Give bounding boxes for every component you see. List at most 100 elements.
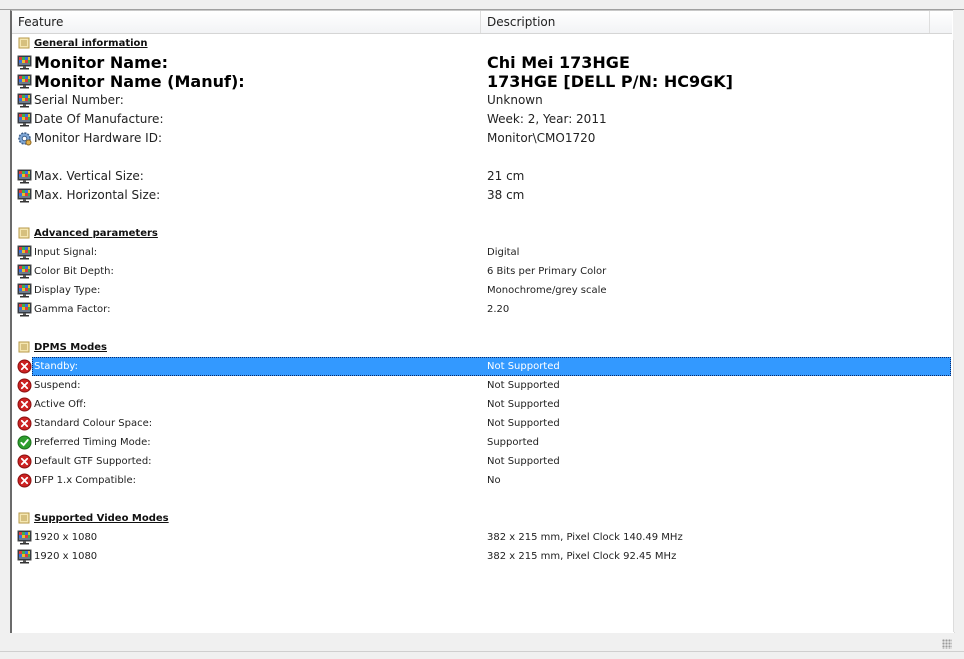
feature-label: Date Of Manufacture: [34, 112, 164, 126]
description-value: Digital [487, 247, 520, 258]
blank-row [12, 205, 952, 224]
section-header-row[interactable]: Supported Video Modes [12, 509, 952, 528]
feature-label: Standard Colour Space: [34, 418, 153, 429]
column-description-header[interactable]: Description [487, 11, 555, 33]
description-value: 382 x 215 mm, Pixel Clock 140.49 MHz [487, 532, 683, 543]
list-item[interactable]: Preferred Timing Mode: Supported [12, 433, 952, 452]
description-value: Chi Mei 173HGE [487, 53, 630, 72]
error-icon [17, 397, 32, 412]
feature-label: General information [34, 38, 148, 49]
list-item[interactable]: Suspend: Not Supported [12, 376, 952, 395]
feature-label: Standby: [34, 361, 78, 372]
resize-grip[interactable] [942, 639, 952, 649]
feature-label: Max. Horizontal Size: [34, 188, 161, 202]
feature-label: Input Signal: [34, 247, 98, 258]
description-value: Week: 2, Year: 2011 [487, 112, 607, 126]
monitor-icon [17, 93, 32, 108]
blank-row [12, 490, 952, 509]
column-divider[interactable] [480, 11, 481, 33]
list-item[interactable]: Serial Number: Unknown [12, 91, 952, 110]
list-item[interactable]: Max. Horizontal Size: 38 cm [12, 186, 952, 205]
list-item[interactable]: Standard Colour Space: Not Supported [12, 414, 952, 433]
feature-label: Monitor Name: [34, 53, 168, 72]
description-value: Monitor\CMO1720 [487, 131, 596, 145]
description-value: 2.20 [487, 304, 510, 315]
feature-label: Monitor Name (Manuf): [34, 72, 245, 91]
section-header-row[interactable]: Advanced parameters [12, 224, 952, 243]
hardware-gear-icon [17, 131, 32, 146]
section-header-row[interactable]: General information [12, 34, 952, 53]
list-item[interactable]: Date Of Manufacture: Week: 2, Year: 2011 [12, 110, 952, 129]
list-item[interactable]: DFP 1.x Compatible: No [12, 471, 952, 490]
list-item[interactable]: Standby: Not Supported [12, 357, 952, 376]
feature-label: Preferred Timing Mode: [34, 437, 151, 448]
error-icon [17, 359, 32, 374]
feature-label: DPMS Modes [34, 342, 107, 353]
folder-icon [17, 36, 32, 51]
feature-label: DFP 1.x Compatible: [34, 475, 136, 486]
folder-icon [17, 226, 32, 241]
monitor-icon [17, 549, 32, 564]
list-item[interactable]: Color Bit Depth: 6 Bits per Primary Color [12, 262, 952, 281]
folder-icon [17, 340, 32, 355]
monitor-icon [17, 530, 32, 545]
feature-label: Max. Vertical Size: [34, 169, 144, 183]
monitor-icon [17, 264, 32, 279]
feature-label: Display Type: [34, 285, 101, 296]
monitor-icon [17, 55, 32, 70]
column-feature-header[interactable]: Feature [18, 11, 63, 33]
monitor-icon [17, 245, 32, 260]
feature-label: Monitor Hardware ID: [34, 131, 163, 145]
column-divider[interactable] [929, 11, 930, 33]
list-item[interactable]: Gamma Factor: 2.20 [12, 300, 952, 319]
feature-label: Default GTF Supported: [34, 456, 152, 467]
top-border [0, 0, 964, 10]
description-value: Supported [487, 437, 540, 448]
description-value: Not Supported [487, 399, 560, 410]
status-bar [0, 633, 964, 659]
feature-label: Advanced parameters [34, 228, 158, 239]
section-header-row[interactable]: DPMS Modes [12, 338, 952, 357]
list-item[interactable]: Max. Vertical Size: 21 cm [12, 167, 952, 186]
feature-label: Supported Video Modes [34, 513, 169, 524]
description-value: No [487, 475, 501, 486]
description-value: Not Supported [487, 361, 560, 372]
description-value: 173HGE [DELL P/N: HC9GK] [487, 72, 733, 91]
check-icon [17, 435, 32, 450]
monitor-icon [17, 74, 32, 89]
monitor-icon [17, 302, 32, 317]
blank-row [12, 148, 952, 167]
error-icon [17, 473, 32, 488]
list-item[interactable]: Active Off: Not Supported [12, 395, 952, 414]
folder-icon [17, 511, 32, 526]
description-value: Not Supported [487, 456, 560, 467]
list-item[interactable]: Monitor Hardware ID: Monitor\CMO1720 [12, 129, 952, 148]
feature-label: 1920 x 1080 [34, 551, 98, 562]
feature-label: Color Bit Depth: [34, 266, 114, 277]
list-item[interactable]: 1920 x 1080 382 x 215 mm, Pixel Clock 92.… [12, 547, 952, 566]
right-edge [953, 10, 964, 632]
feature-label: Suspend: [34, 380, 81, 391]
error-icon [17, 378, 32, 393]
list-item[interactable]: Input Signal: Digital [12, 243, 952, 262]
list-item[interactable]: Default GTF Supported: Not Supported [12, 452, 952, 471]
error-icon [17, 416, 32, 431]
description-value: 38 cm [487, 188, 525, 202]
description-value: Unknown [487, 93, 543, 107]
monitor-icon [17, 188, 32, 203]
description-value: 21 cm [487, 169, 525, 183]
feature-label: Gamma Factor: [34, 304, 111, 315]
list-item[interactable]: Monitor Name (Manuf): 173HGE [DELL P/N: H… [12, 72, 952, 91]
description-value: Not Supported [487, 418, 560, 429]
description-value: Monochrome/grey scale [487, 285, 607, 296]
column-header: Feature Description [12, 11, 952, 34]
monitor-icon [17, 169, 32, 184]
description-value: Not Supported [487, 380, 560, 391]
list-item[interactable]: 1920 x 1080 382 x 215 mm, Pixel Clock 140… [12, 528, 952, 547]
blank-row [12, 319, 952, 338]
list-item[interactable]: Monitor Name: Chi Mei 173HGE [12, 53, 952, 72]
feature-label: Serial Number: [34, 93, 124, 107]
list-item[interactable]: Display Type: Monochrome/grey scale [12, 281, 952, 300]
details-listview[interactable]: Feature Description General information M… [10, 10, 955, 634]
monitor-icon [17, 283, 32, 298]
